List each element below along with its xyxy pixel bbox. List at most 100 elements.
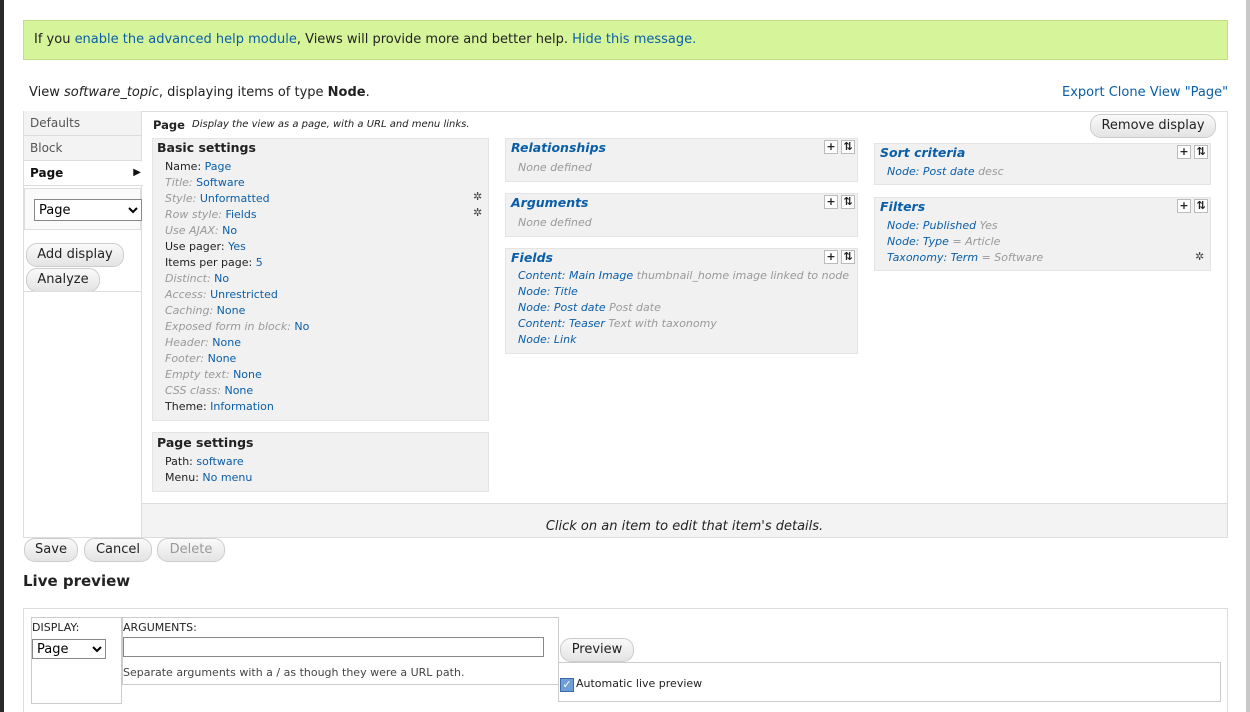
save-button[interactable]: Save bbox=[24, 538, 78, 562]
rearrange-relationships-icon[interactable]: ⇅ bbox=[841, 140, 855, 154]
setting-value[interactable]: None bbox=[212, 336, 241, 349]
setting-value[interactable]: 5 bbox=[256, 256, 263, 269]
view-info-prefix: View bbox=[29, 85, 64, 100]
setting-row[interactable]: Use AJAX: No bbox=[165, 224, 237, 237]
setting-row[interactable]: Use pager: Yes bbox=[165, 240, 246, 253]
field-link[interactable]: Node: Title bbox=[518, 285, 578, 298]
field-link[interactable]: Node: Post date bbox=[518, 301, 606, 314]
filters-title: Filters bbox=[880, 199, 926, 214]
setting-value[interactable]: None bbox=[233, 368, 262, 381]
basic-settings-list: Name: Page Title: Software Style: Unform… bbox=[165, 160, 485, 420]
filter-row[interactable]: Taxonomy: Term = Software bbox=[887, 251, 1043, 264]
relationships-empty: None defined bbox=[518, 161, 592, 174]
setting-value[interactable]: No menu bbox=[202, 471, 252, 484]
filter-link[interactable]: Taxonomy: Term bbox=[887, 251, 978, 264]
setting-value[interactable]: No bbox=[222, 224, 237, 237]
add-filter-icon[interactable]: + bbox=[1177, 199, 1191, 213]
filter-link[interactable]: Node: Published bbox=[887, 219, 976, 232]
add-display-button[interactable]: Add display bbox=[26, 243, 124, 267]
filter-link[interactable]: Node: Type bbox=[887, 235, 949, 248]
tab-page[interactable]: Page ▶ bbox=[24, 161, 143, 186]
setting-row[interactable]: Footer: None bbox=[165, 352, 236, 365]
rearrange-sort-icon[interactable]: ⇅ bbox=[1194, 145, 1208, 159]
setting-value[interactable]: No bbox=[294, 320, 309, 333]
view-info: View software_topic, displaying items of… bbox=[29, 85, 370, 100]
setting-row[interactable]: Theme: Information bbox=[165, 400, 274, 413]
setting-row[interactable]: Items per page: 5 bbox=[165, 256, 263, 269]
export-link[interactable]: Export bbox=[1062, 85, 1105, 100]
setting-row[interactable]: Caching: None bbox=[165, 304, 245, 317]
setting-value[interactable]: Software bbox=[196, 176, 245, 189]
rearrange-arguments-icon[interactable]: ⇅ bbox=[841, 195, 855, 209]
setting-row[interactable]: Name: Page bbox=[165, 160, 231, 173]
cancel-button[interactable]: Cancel bbox=[84, 538, 152, 562]
auto-preview-checkbox[interactable]: ✓ bbox=[560, 678, 574, 692]
delete-button[interactable]: Delete bbox=[157, 538, 225, 562]
tab-block[interactable]: Block bbox=[24, 136, 141, 161]
field-extra: Text with taxonomy bbox=[608, 317, 717, 330]
setting-row[interactable]: Path: software bbox=[165, 455, 244, 468]
setting-row[interactable]: Access: Unrestricted bbox=[165, 288, 278, 301]
clone-view-link[interactable]: Clone View "Page" bbox=[1109, 85, 1228, 100]
auto-preview-label[interactable]: Automatic live preview bbox=[576, 677, 702, 690]
setting-row[interactable]: Empty text: None bbox=[165, 368, 262, 381]
add-argument-icon[interactable]: + bbox=[824, 195, 838, 209]
field-row[interactable]: Node: Title bbox=[518, 285, 578, 298]
setting-row[interactable]: Exposed form in block: No bbox=[165, 320, 309, 333]
add-relationship-icon[interactable]: + bbox=[824, 140, 838, 154]
setting-row[interactable]: Style: Unformatted bbox=[165, 192, 270, 205]
analyze-button[interactable]: Analyze bbox=[26, 268, 100, 292]
field-extra: Post date bbox=[609, 301, 661, 314]
setting-value[interactable]: Yes bbox=[228, 240, 246, 253]
remove-display-button[interactable]: Remove display bbox=[1090, 114, 1216, 138]
setting-value[interactable]: Information bbox=[210, 400, 274, 413]
setting-value[interactable]: No bbox=[214, 272, 229, 285]
enable-advanced-help-link[interactable]: enable the advanced help module bbox=[75, 32, 297, 47]
setting-label: Items per page: bbox=[165, 256, 253, 269]
display-type-select[interactable]: Page bbox=[34, 199, 142, 221]
field-row[interactable]: Node: Link bbox=[518, 333, 576, 346]
setting-value[interactable]: None bbox=[208, 352, 237, 365]
style-settings-gear-icon[interactable]: ✲ bbox=[473, 190, 482, 203]
hide-message-link[interactable]: Hide this message. bbox=[572, 32, 696, 47]
fields-list: Content: Main Image thumbnail_home image… bbox=[518, 269, 853, 351]
basic-settings-title: Basic settings bbox=[157, 140, 256, 155]
rearrange-filters-icon[interactable]: ⇅ bbox=[1194, 199, 1208, 213]
setting-row[interactable]: Menu: No menu bbox=[165, 471, 252, 484]
preview-display-select[interactable]: Page bbox=[32, 639, 106, 659]
field-row[interactable]: Node: Post date Post date bbox=[518, 301, 661, 314]
setting-row[interactable]: CSS class: None bbox=[165, 384, 253, 397]
field-link[interactable]: Node: Link bbox=[518, 333, 576, 346]
rearrange-fields-icon[interactable]: ⇅ bbox=[841, 250, 855, 264]
filter-row[interactable]: Node: Published Yes bbox=[887, 219, 998, 232]
setting-value[interactable]: Unformatted bbox=[200, 192, 270, 205]
setting-value[interactable]: None bbox=[217, 304, 246, 317]
arguments-input[interactable] bbox=[123, 637, 544, 657]
setting-value[interactable]: Page bbox=[205, 160, 232, 173]
sort-link[interactable]: Node: Post date bbox=[887, 165, 975, 178]
field-link[interactable]: Content: Teaser bbox=[518, 317, 605, 330]
filter-row[interactable]: Node: Type = Article bbox=[887, 235, 1000, 248]
setting-value[interactable]: Fields bbox=[225, 208, 256, 221]
tab-defaults[interactable]: Defaults bbox=[24, 111, 141, 136]
setting-value[interactable]: software bbox=[196, 455, 243, 468]
add-field-icon[interactable]: + bbox=[824, 250, 838, 264]
page-settings-title: Page settings bbox=[157, 435, 254, 450]
preview-button[interactable]: Preview bbox=[560, 638, 634, 662]
field-row[interactable]: Content: Teaser Text with taxonomy bbox=[518, 317, 717, 330]
arguments-empty: None defined bbox=[518, 216, 592, 229]
sort-row[interactable]: Node: Post date desc bbox=[887, 165, 1004, 178]
filter-settings-gear-icon[interactable]: ✲ bbox=[1195, 250, 1204, 263]
field-link[interactable]: Content: Main Image bbox=[518, 269, 633, 282]
field-row[interactable]: Content: Main Image thumbnail_home image… bbox=[518, 269, 849, 282]
help-text-prefix: If you bbox=[34, 32, 75, 47]
setting-value[interactable]: Unrestricted bbox=[210, 288, 278, 301]
setting-value[interactable]: None bbox=[224, 384, 253, 397]
add-sort-icon[interactable]: + bbox=[1177, 145, 1191, 159]
setting-row[interactable]: Row style: Fields bbox=[165, 208, 257, 221]
setting-row[interactable]: Header: None bbox=[165, 336, 241, 349]
row-style-settings-gear-icon[interactable]: ✲ bbox=[473, 206, 482, 219]
setting-row[interactable]: Title: Software bbox=[165, 176, 245, 189]
setting-row[interactable]: Distinct: No bbox=[165, 272, 229, 285]
tab-page-label: Page bbox=[30, 166, 64, 180]
